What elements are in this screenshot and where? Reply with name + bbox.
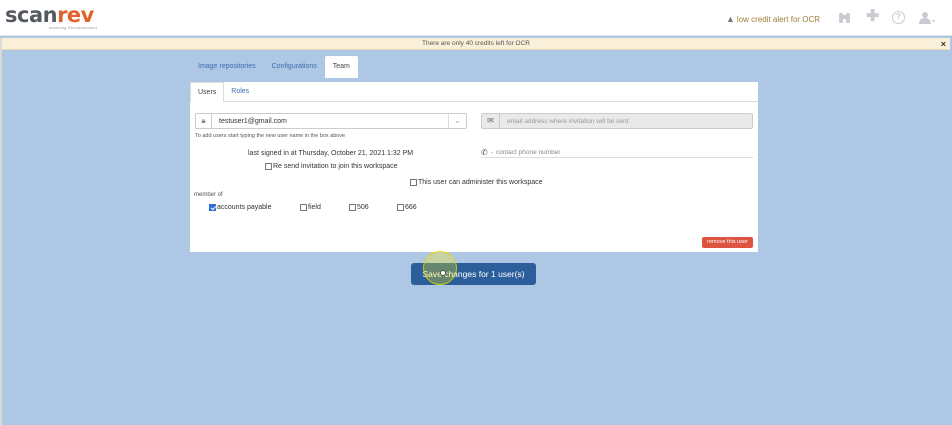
username-select[interactable]: 🔒︎ testuser1@gmail.com ⌄ <box>195 113 467 129</box>
credit-notice-bar: There are only 40 credits left for OCR × <box>2 38 950 50</box>
resend-invitation-option[interactable]: Re send invitation to join this workspac… <box>265 163 398 170</box>
tab-configurations[interactable]: Configurations <box>264 56 325 78</box>
group-checkbox-666[interactable] <box>397 204 404 211</box>
binoculars-icon[interactable] <box>838 11 851 26</box>
group-option-506[interactable]: 506 <box>349 204 369 211</box>
phone-placeholder: contact phone number <box>495 148 561 156</box>
help-icon[interactable]: ? <box>892 11 905 24</box>
group-label: field <box>308 204 321 211</box>
user-menu-caret-icon[interactable]: ▾ <box>932 18 935 25</box>
low-credit-alert-text: low credit alert for OCR <box>736 14 821 24</box>
resend-invitation-checkbox[interactable] <box>265 163 272 170</box>
plus-icon[interactable]: ✚ <box>866 9 879 25</box>
last-signed-in-text: last signed in at Thursday, October 21, … <box>248 150 414 157</box>
envelope-icon: ✉ <box>482 114 500 128</box>
admin-option[interactable]: This user can administer this workspace <box>410 179 543 186</box>
tab-roles[interactable]: Roles <box>224 82 256 101</box>
logo-wordmark: scanrev <box>5 3 94 27</box>
group-label: 666 <box>405 204 417 211</box>
lock-icon: 🔒︎ <box>196 114 212 128</box>
team-subtabs: Users Roles <box>190 82 758 103</box>
logo-tagline: scanning Revolutionized <box>49 25 97 30</box>
admin-label: This user can administer this workspace <box>418 179 543 186</box>
remove-user-button[interactable]: remove this user <box>702 237 753 248</box>
group-option-666[interactable]: 666 <box>397 204 417 211</box>
group-checkbox-506[interactable] <box>349 204 356 211</box>
logo[interactable]: scanrev scanning Revolutionized <box>5 4 97 30</box>
admin-checkbox[interactable] <box>410 179 417 186</box>
username-help-text: To add users start typing the new user n… <box>195 133 346 139</box>
team-panel: Users Roles 🔒︎ testuser1@gmail.com ⌄ To … <box>190 82 758 252</box>
window-edge <box>0 38 2 425</box>
tab-image-repositories[interactable]: Image repositories <box>190 56 264 78</box>
resend-invitation-label: Re send invitation to join this workspac… <box>273 163 398 170</box>
top-bar: scanrev scanning Revolutionized ▲ low cr… <box>0 0 952 36</box>
email-placeholder: email address where invitation will be s… <box>507 117 629 125</box>
group-label: 506 <box>357 204 369 211</box>
group-option-field[interactable]: field <box>300 204 321 211</box>
tab-users[interactable]: Users <box>190 82 225 103</box>
low-credit-alert-link[interactable]: ▲ low credit alert for OCR <box>726 14 820 24</box>
contact-phone-field[interactable]: ✆ - contact phone number <box>481 147 753 158</box>
warning-icon: ▲ <box>726 14 735 24</box>
tab-team[interactable]: Team <box>324 56 358 78</box>
chevron-down-icon[interactable]: ⌄ <box>448 114 466 128</box>
group-option-accounts-payable[interactable]: accounts payable <box>209 204 271 211</box>
settings-tabs: Image repositories Configurations Team <box>190 56 358 78</box>
member-of-label: member of <box>194 192 223 198</box>
invitation-email-field[interactable]: ✉ email address where invitation will be… <box>481 113 753 129</box>
phone-icon: ✆ <box>481 147 488 157</box>
group-checkboxes: accounts payable field 506 666 <box>209 204 449 214</box>
username-value: testuser1@gmail.com <box>219 117 287 125</box>
user-icon[interactable] <box>919 11 931 26</box>
credit-notice-text: There are only 40 credits left for OCR <box>421 40 530 47</box>
close-icon[interactable]: × <box>941 38 946 50</box>
group-checkbox-accounts-payable[interactable] <box>209 204 216 211</box>
group-checkbox-field[interactable] <box>300 204 307 211</box>
save-changes-button[interactable]: Save changes for 1 user(s) <box>411 263 536 285</box>
group-label: accounts payable <box>217 204 272 211</box>
